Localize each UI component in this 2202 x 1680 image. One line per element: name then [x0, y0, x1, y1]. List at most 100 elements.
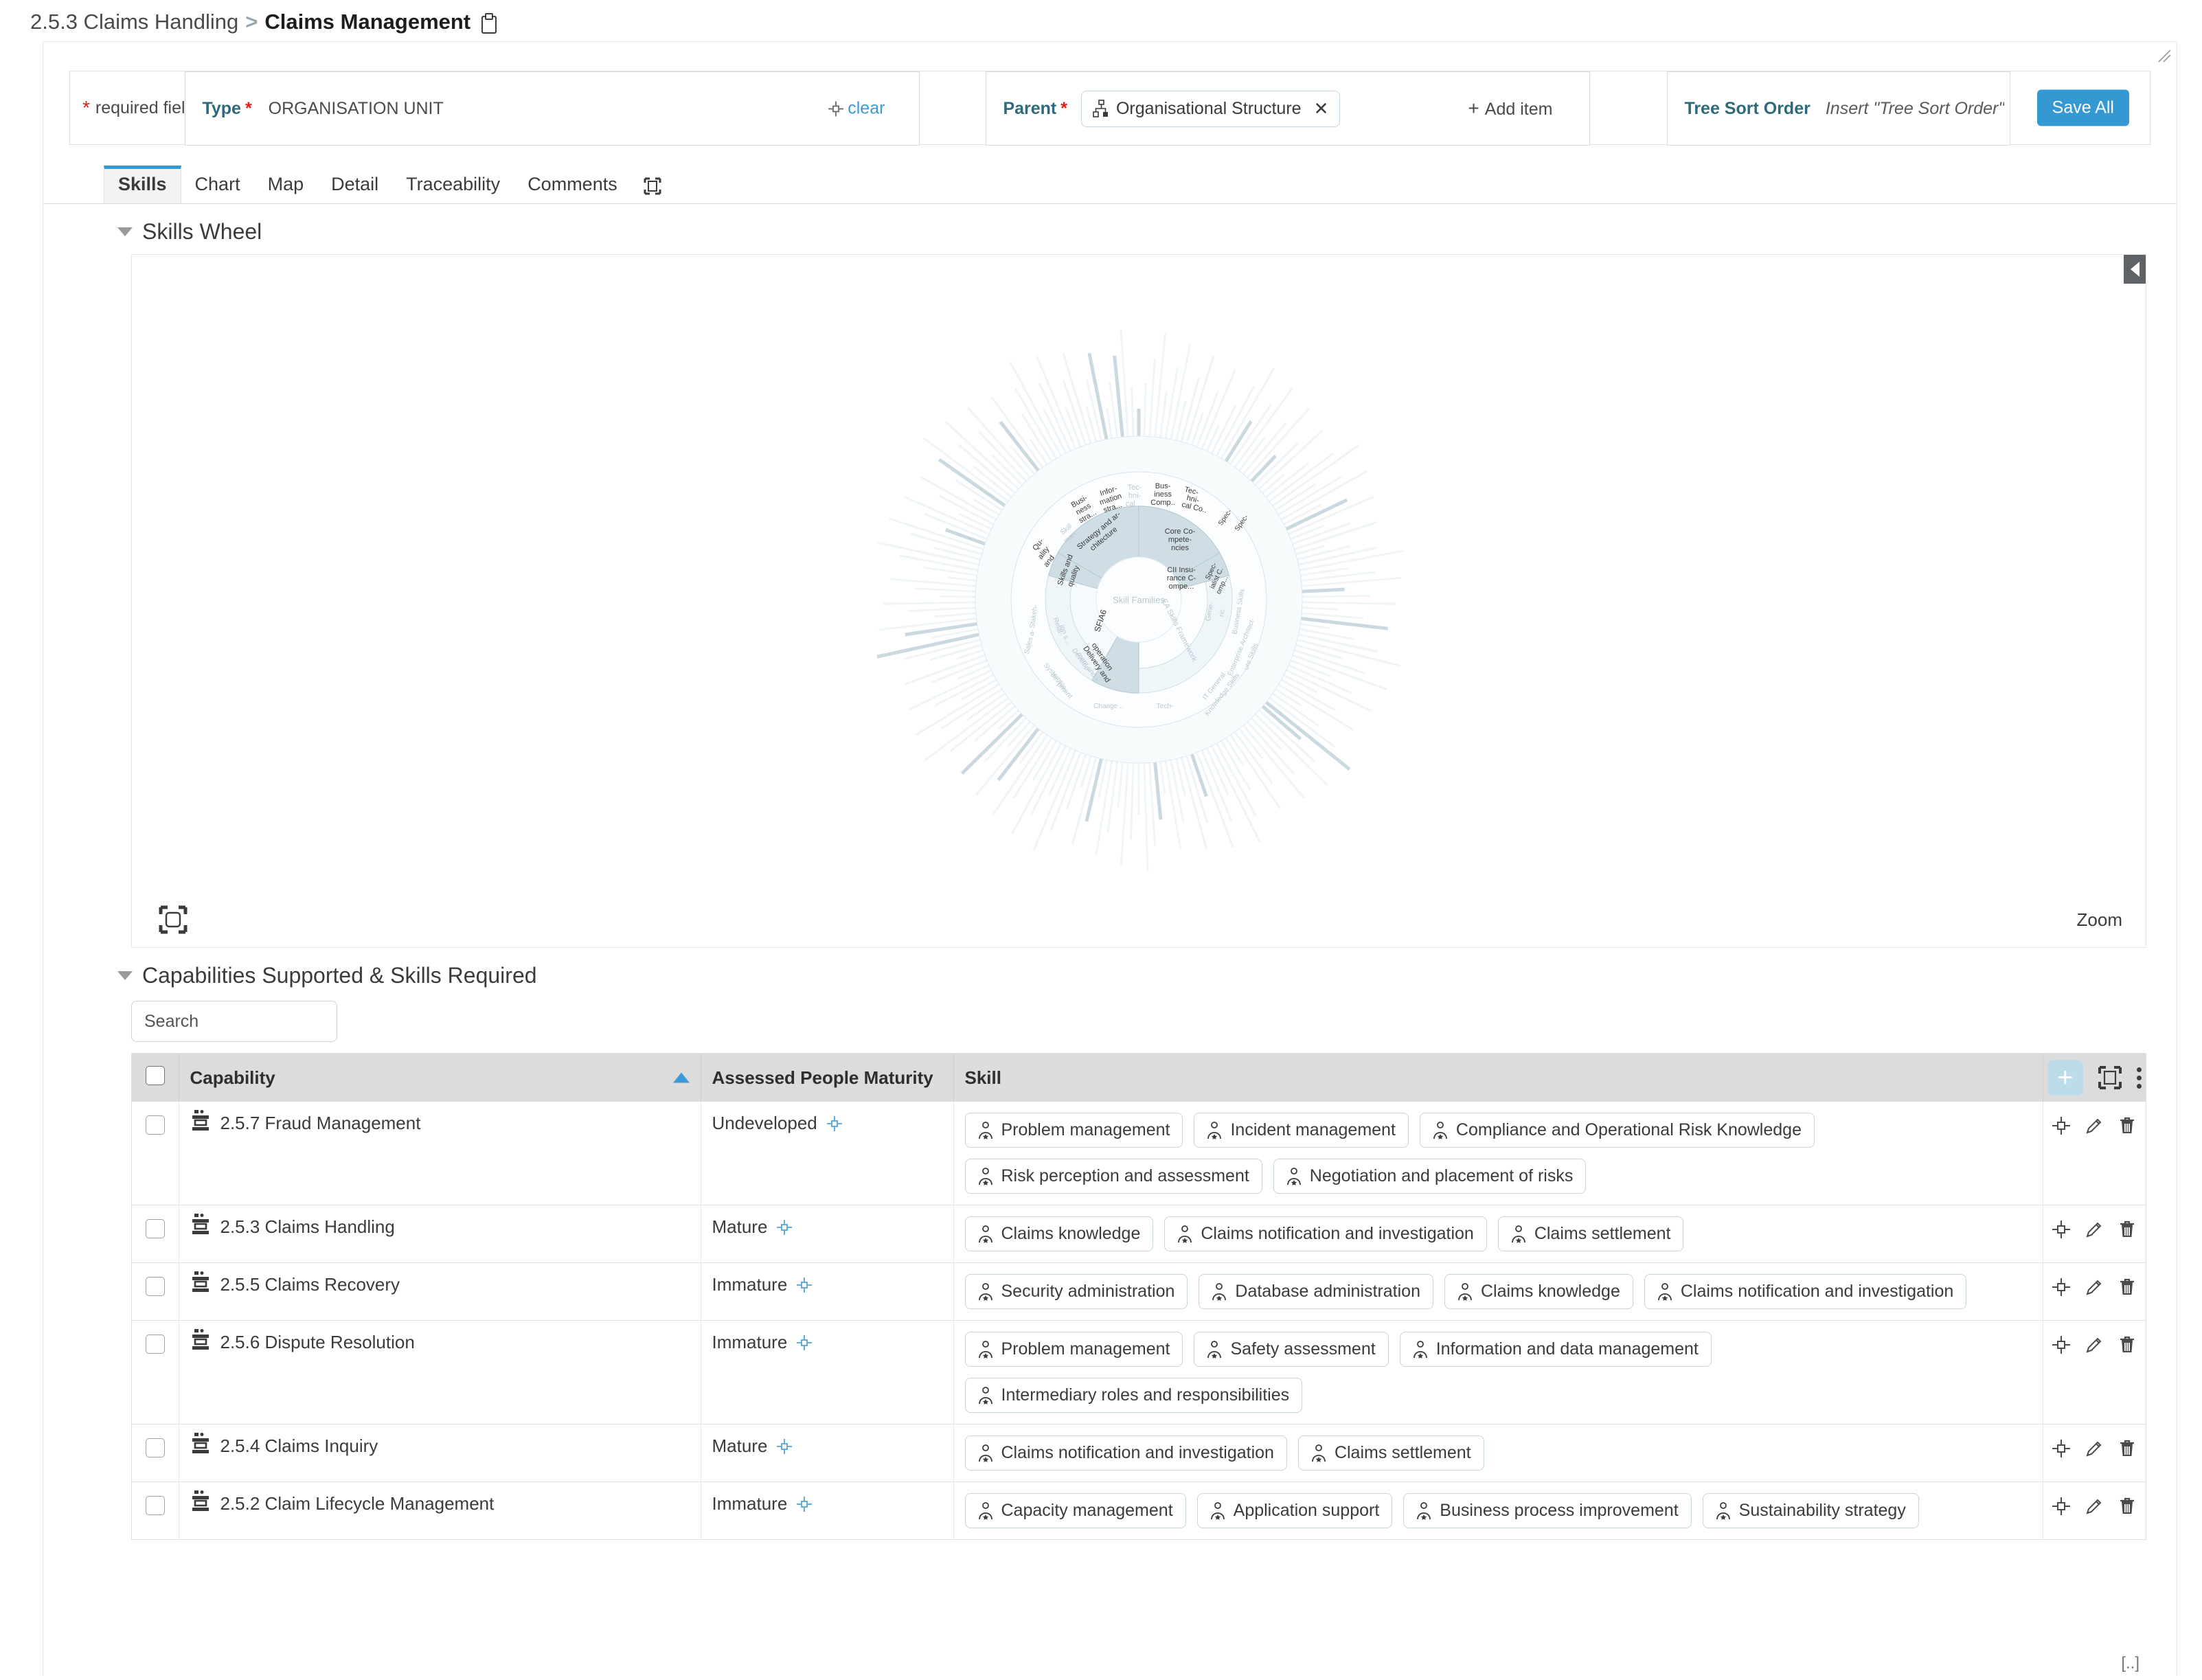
column-header-capability[interactable]: Capability — [179, 1054, 701, 1102]
parent-field[interactable]: Parent * Organisational Structure ✕ + Add … — [986, 71, 1591, 146]
sunburst-chart[interactable]: .r0{fill:#f2f7f9;stroke:#c8dae2;stroke-w… — [132, 255, 2146, 947]
table-row[interactable]: 2.5.5 Claims Recovery Immature Security ad… — [132, 1262, 2146, 1321]
delete-icon[interactable] — [2117, 1219, 2137, 1240]
collapse-caret-icon[interactable] — [117, 227, 133, 236]
capabilities-table: Capability Assessed People Maturity Skil… — [131, 1053, 2146, 1540]
skill-chip[interactable]: Problem management — [964, 1113, 1183, 1148]
skills-wheel-panel: .r0{fill:#f2f7f9;stroke:#c8dae2;stroke-w… — [131, 254, 2146, 948]
skill-chip[interactable]: Claims notification and investigation — [1164, 1216, 1487, 1251]
maturity-target-icon[interactable] — [795, 1495, 813, 1513]
table-row[interactable]: 2.5.6 Dispute Resolution Immature Problem … — [132, 1320, 2146, 1424]
parent-chip[interactable]: Organisational Structure ✕ — [1080, 90, 1341, 127]
skill-chip[interactable]: Security administration — [964, 1274, 1188, 1309]
skill-chip[interactable]: Claims knowledge — [1444, 1274, 1633, 1309]
edit-icon[interactable] — [2084, 1219, 2104, 1240]
add-item-button[interactable]: + Add item — [1468, 98, 1552, 120]
skill-chip[interactable]: Claims notification and investigation — [964, 1435, 1287, 1471]
tree-sort-order-input[interactable]: Insert "Tree Sort Order" — [1811, 99, 2004, 119]
row-checkbox[interactable] — [145, 1115, 165, 1135]
skill-chip[interactable]: Incident management — [1194, 1113, 1409, 1148]
row-checkbox[interactable] — [145, 1496, 165, 1515]
skill-chip[interactable]: Claims knowledge — [964, 1216, 1154, 1251]
row-checkbox[interactable] — [145, 1438, 165, 1457]
person-skill-icon — [1207, 1340, 1222, 1359]
skill-chip[interactable]: Sustainability strategy — [1702, 1493, 1919, 1528]
edit-icon[interactable] — [2084, 1115, 2104, 1136]
tab-traceability[interactable]: Traceability — [392, 167, 514, 203]
delete-icon[interactable] — [2117, 1277, 2137, 1297]
breadcrumb-parent[interactable]: 2.5.3 Claims Handling — [30, 10, 238, 34]
skill-chip[interactable]: Business process improvement — [1403, 1493, 1692, 1528]
save-all-button[interactable]: Save All — [2036, 89, 2129, 126]
maturity-target-icon[interactable] — [775, 1438, 793, 1455]
table-row[interactable]: 2.5.7 Fraud Management Undeveloped Problem… — [132, 1102, 2146, 1205]
edit-icon[interactable] — [2084, 1496, 2104, 1517]
skill-chip[interactable]: Risk perception and assessment — [964, 1159, 1262, 1194]
capability-label[interactable]: 2.5.2 Claim Lifecycle Management — [220, 1493, 495, 1514]
zoom-label[interactable]: Zoom — [2077, 909, 2122, 931]
skill-chip[interactable]: Problem management — [964, 1332, 1183, 1367]
edit-icon[interactable] — [2084, 1438, 2104, 1459]
delete-icon[interactable] — [2117, 1335, 2137, 1355]
tab-map[interactable]: Map — [254, 167, 318, 203]
target-icon[interactable] — [2051, 1219, 2072, 1240]
search-input[interactable] — [131, 1001, 337, 1042]
delete-icon[interactable] — [2117, 1496, 2137, 1517]
clear-type-button[interactable]: clear — [827, 99, 885, 119]
add-row-button[interactable] — [2047, 1060, 2083, 1096]
tree-sort-order-field[interactable]: Tree Sort Order Insert "Tree Sort Order" — [1667, 71, 2011, 146]
column-header-maturity[interactable]: Assessed People Maturity — [701, 1054, 954, 1102]
tab-comments[interactable]: Comments — [514, 167, 631, 203]
column-header-skill[interactable]: Skill — [953, 1054, 2043, 1102]
table-row[interactable]: 2.5.3 Claims Handling Mature Claims knowle… — [132, 1205, 2146, 1263]
collapse-caret-icon-2[interactable] — [117, 971, 133, 980]
capability-label[interactable]: 2.5.3 Claims Handling — [220, 1216, 395, 1238]
type-field[interactable]: Type * ORGANISATION UNIT clear — [185, 71, 920, 146]
resize-grip-icon[interactable] — [2156, 47, 2171, 63]
table-row[interactable]: 2.5.4 Claims Inquiry Mature Claims notific… — [132, 1424, 2146, 1482]
capability-label[interactable]: 2.5.4 Claims Inquiry — [220, 1435, 378, 1457]
maturity-target-icon[interactable] — [775, 1218, 793, 1236]
target-icon[interactable] — [2051, 1277, 2072, 1297]
maturity-target-icon[interactable] — [795, 1334, 813, 1352]
row-checkbox[interactable] — [145, 1335, 165, 1354]
capability-label[interactable]: 2.5.5 Claims Recovery — [220, 1274, 400, 1295]
row-checkbox[interactable] — [145, 1219, 165, 1238]
delete-icon[interactable] — [2117, 1115, 2137, 1136]
sort-ascending-icon[interactable] — [672, 1072, 690, 1083]
skill-chip[interactable]: Application support — [1196, 1493, 1393, 1528]
target-icon[interactable] — [2051, 1496, 2072, 1517]
clipboard-icon[interactable] — [481, 13, 497, 34]
maturity-target-icon[interactable] — [826, 1115, 843, 1133]
tab-chart[interactable]: Chart — [181, 167, 254, 203]
fit-to-screen-icon[interactable] — [158, 905, 188, 935]
skill-chip[interactable]: Claims settlement — [1297, 1435, 1484, 1471]
row-checkbox[interactable] — [145, 1277, 165, 1296]
capability-label[interactable]: 2.5.6 Dispute Resolution — [220, 1332, 415, 1353]
skill-chip[interactable]: Capacity management — [964, 1493, 1186, 1528]
skill-chip[interactable]: Intermediary roles and responsibilities — [964, 1378, 1303, 1413]
tab-detail[interactable]: Detail — [317, 167, 392, 203]
table-row[interactable]: 2.5.2 Claim Lifecycle Management Immature… — [132, 1482, 2146, 1540]
maturity-target-icon[interactable] — [795, 1276, 813, 1294]
target-icon[interactable] — [2051, 1335, 2072, 1355]
parent-chip-remove[interactable]: ✕ — [1314, 98, 1329, 120]
skill-chip[interactable]: Information and data management — [1399, 1332, 1712, 1367]
select-all-checkbox[interactable] — [145, 1065, 165, 1085]
skill-chip[interactable]: Database administration — [1199, 1274, 1433, 1309]
skill-chip[interactable]: Negotiation and placement of risks — [1273, 1159, 1587, 1194]
expand-table-icon[interactable] — [2097, 1065, 2123, 1091]
tab-skills[interactable]: Skills — [104, 166, 181, 203]
skill-chip[interactable]: Claims settlement — [1497, 1216, 1684, 1251]
kebab-icon[interactable] — [2136, 1067, 2142, 1089]
target-icon[interactable] — [2051, 1115, 2072, 1136]
capability-label[interactable]: 2.5.7 Fraud Management — [220, 1113, 421, 1134]
target-icon[interactable] — [2051, 1438, 2072, 1459]
skill-chip[interactable]: Safety assessment — [1194, 1332, 1389, 1367]
delete-icon[interactable] — [2117, 1438, 2137, 1459]
expand-icon[interactable] — [631, 169, 674, 203]
edit-icon[interactable] — [2084, 1335, 2104, 1355]
skill-chip[interactable]: Compliance and Operational Risk Knowledg… — [1419, 1113, 1815, 1148]
skill-chip[interactable]: Claims notification and investigation — [1644, 1274, 1967, 1309]
edit-icon[interactable] — [2084, 1277, 2104, 1297]
